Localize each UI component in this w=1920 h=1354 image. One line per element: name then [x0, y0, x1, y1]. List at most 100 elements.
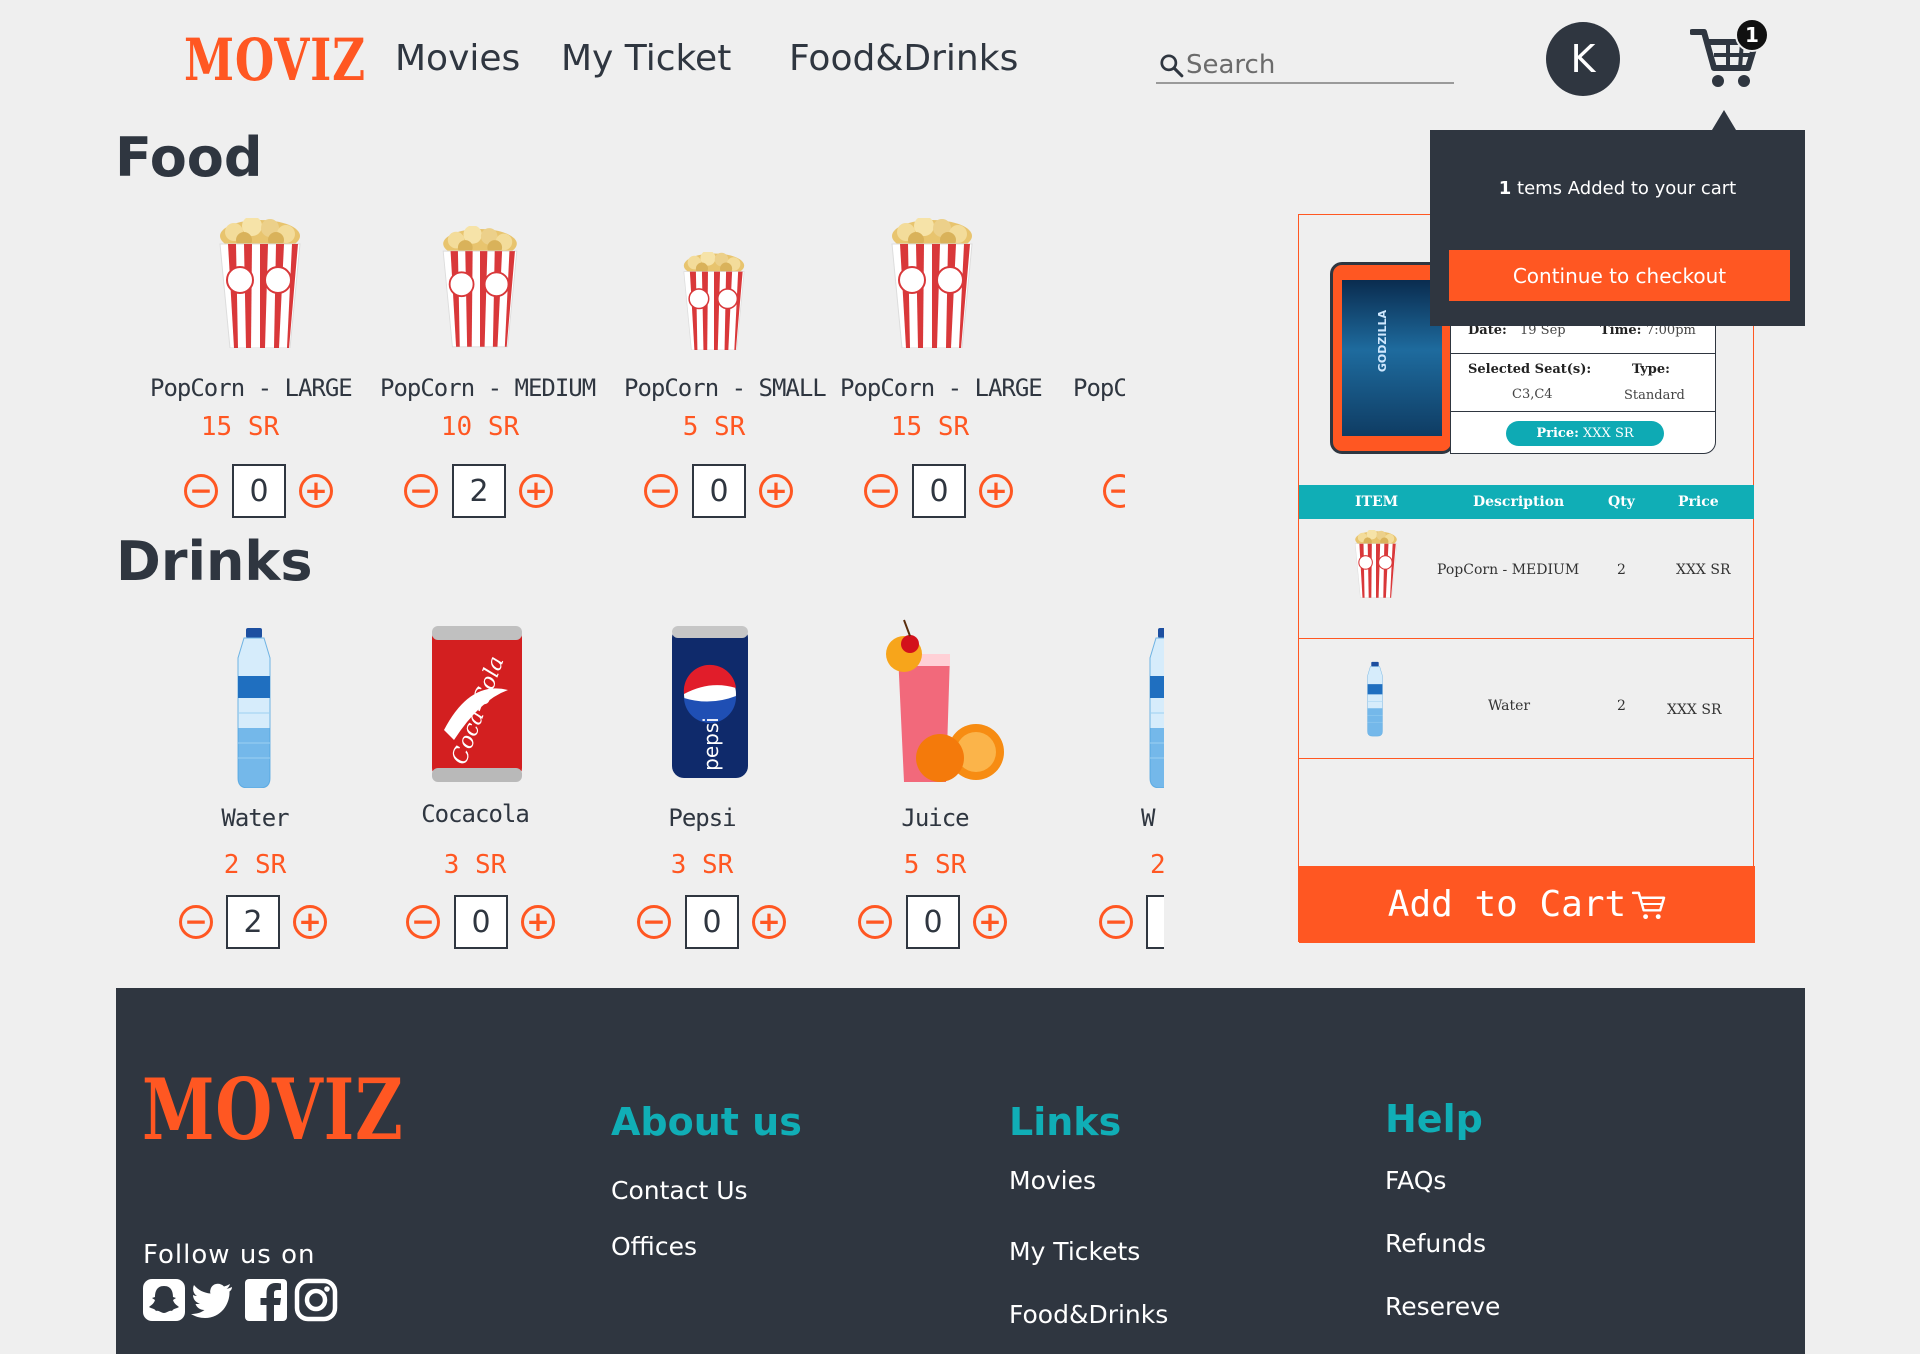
increase-qty-button[interactable]: + — [973, 905, 1007, 939]
price-label: Price: — [1536, 426, 1579, 441]
decrease-qty-button[interactable]: − — [404, 474, 438, 508]
pepsi-can-image: pepsi — [672, 626, 748, 778]
search-input[interactable] — [1186, 50, 1436, 80]
drink-item-price: 2 — [1150, 850, 1164, 880]
qty-field[interactable]: 2 — [452, 464, 506, 518]
water-bottle-image — [237, 628, 271, 788]
twitter-icon[interactable] — [190, 1278, 234, 1322]
footer-link-refunds[interactable]: Refunds — [1385, 1229, 1486, 1258]
nav-my-ticket[interactable]: My Ticket — [561, 38, 731, 79]
water-thumbnail — [1367, 661, 1383, 737]
food-carousel: PopCorn - LARGE 15 SR − 0 + PopCorn - ME… — [0, 180, 1125, 530]
food-item-price: 10 SR — [440, 412, 520, 442]
drink-item-price: 5 SR — [903, 850, 967, 880]
qty-field[interactable]: 0 — [912, 464, 966, 518]
footer — [116, 988, 1805, 1354]
footer-link-my-tickets[interactable]: My Tickets — [1009, 1237, 1140, 1266]
drink-item-name: Pepsi — [668, 804, 736, 832]
movie-poster: GODZILLA — [1342, 280, 1442, 436]
increase-qty-button[interactable]: + — [519, 474, 553, 508]
qty-field[interactable]: 0 — [906, 895, 960, 949]
search-bar[interactable] — [1156, 48, 1454, 84]
increase-qty-button[interactable]: + — [293, 905, 327, 939]
qty-field[interactable]: 0 — [232, 464, 286, 518]
food-item-name: PopCorn - MEDIUM — [380, 374, 596, 402]
increase-qty-button[interactable]: + — [979, 474, 1013, 508]
popcorn-small-image — [683, 252, 745, 350]
water-bottle-image — [1149, 628, 1164, 788]
food-item-name: PopCorn - LARGE — [150, 374, 353, 402]
user-avatar[interactable]: K — [1546, 22, 1620, 96]
footer-help-title: Help — [1385, 1097, 1483, 1141]
footer-link-faqs[interactable]: FAQs — [1385, 1166, 1446, 1195]
divider — [1450, 353, 1716, 354]
footer-link-food-drinks[interactable]: Food&Drinks — [1009, 1300, 1168, 1329]
nav-food-drinks[interactable]: Food&Drinks — [789, 38, 1018, 79]
type-value: Standard — [1624, 388, 1685, 403]
add-to-cart-button[interactable]: Add to Cart — [1299, 866, 1755, 943]
cart-table-header: ITEM Description Qty Price — [1299, 485, 1754, 519]
qty-field[interactable]: 2 — [226, 895, 280, 949]
continue-to-checkout-button[interactable]: Continue to checkout — [1449, 250, 1790, 301]
decrease-qty-button[interactable]: − — [1103, 474, 1125, 508]
divider — [1450, 411, 1716, 412]
decrease-qty-button[interactable]: − — [864, 474, 898, 508]
drink-item-name: Juice — [901, 804, 969, 832]
drink-item-price: 2 SR — [223, 850, 287, 880]
facebook-icon[interactable] — [244, 1278, 288, 1322]
decrease-qty-button[interactable]: − — [406, 905, 440, 939]
instagram-icon[interactable] — [294, 1278, 338, 1322]
footer-link-movies[interactable]: Movies — [1009, 1166, 1096, 1195]
popup-text: tems Added to your cart — [1517, 178, 1737, 199]
cart-row-qty: 2 — [1617, 698, 1626, 714]
row-divider — [1299, 638, 1754, 639]
popup-message: 1 tems Added to your cart — [1430, 178, 1805, 199]
footer-link-contact-us[interactable]: Contact Us — [611, 1176, 748, 1205]
decrease-qty-button[interactable]: − — [184, 474, 218, 508]
popup-count: 1 — [1498, 178, 1512, 199]
footer-link-reserve[interactable]: Resereve — [1385, 1292, 1500, 1321]
search-icon — [1160, 54, 1184, 78]
add-to-cart-label: Add to Cart — [1387, 884, 1627, 925]
drink-item-price: 3 SR — [670, 850, 734, 880]
cocacola-can-image: Coca-Cola — [432, 626, 522, 782]
footer-link-offices[interactable]: Offices — [611, 1232, 697, 1261]
drink-item-name: Cocacola — [421, 800, 530, 828]
cart-icon — [1632, 891, 1666, 919]
increase-qty-button[interactable]: + — [752, 905, 786, 939]
decrease-qty-button[interactable]: − — [179, 905, 213, 939]
food-item-price: 5 SR — [682, 412, 746, 442]
increase-qty-button[interactable]: + — [521, 905, 555, 939]
cart-row-description: PopCorn - MEDIUM — [1437, 562, 1580, 578]
col-qty: Qty — [1608, 494, 1635, 510]
qty-field[interactable]: 0 — [692, 464, 746, 518]
drinks-section-title: Drinks — [116, 530, 313, 593]
increase-qty-button[interactable]: + — [299, 474, 333, 508]
row-divider — [1299, 758, 1754, 759]
qty-field[interactable]: 0 — [454, 895, 508, 949]
decrease-qty-button[interactable]: − — [637, 905, 671, 939]
seats-value: C3,C4 — [1512, 387, 1553, 402]
svg-text:pepsi: pepsi — [699, 717, 723, 771]
nav-movies[interactable]: Movies — [395, 38, 520, 79]
col-price: Price — [1678, 494, 1719, 510]
qty-field[interactable] — [1146, 895, 1164, 949]
snapchat-icon[interactable] — [142, 1278, 186, 1322]
drink-item-name: Water — [221, 804, 289, 832]
decrease-qty-button[interactable]: − — [1099, 905, 1133, 939]
food-item-price: 15 SR — [200, 412, 280, 442]
cart-row-price: XXX SR — [1667, 702, 1722, 718]
footer-logo[interactable]: MOVIZ — [142, 1060, 404, 1159]
increase-qty-button[interactable]: + — [759, 474, 793, 508]
footer-links-title: Links — [1009, 1100, 1122, 1144]
qty-field[interactable]: 0 — [685, 895, 739, 949]
poster-title: GODZILLA — [1376, 310, 1389, 373]
header-logo[interactable]: MOVIZ — [184, 26, 366, 94]
drink-item-name: W — [1141, 804, 1155, 832]
footer-about-title: About us — [611, 1100, 802, 1144]
decrease-qty-button[interactable]: − — [858, 905, 892, 939]
decrease-qty-button[interactable]: − — [644, 474, 678, 508]
food-item-name: PopC — [1073, 374, 1125, 402]
cart-row-price: XXX SR — [1676, 562, 1731, 578]
popup-arrow — [1712, 110, 1736, 130]
